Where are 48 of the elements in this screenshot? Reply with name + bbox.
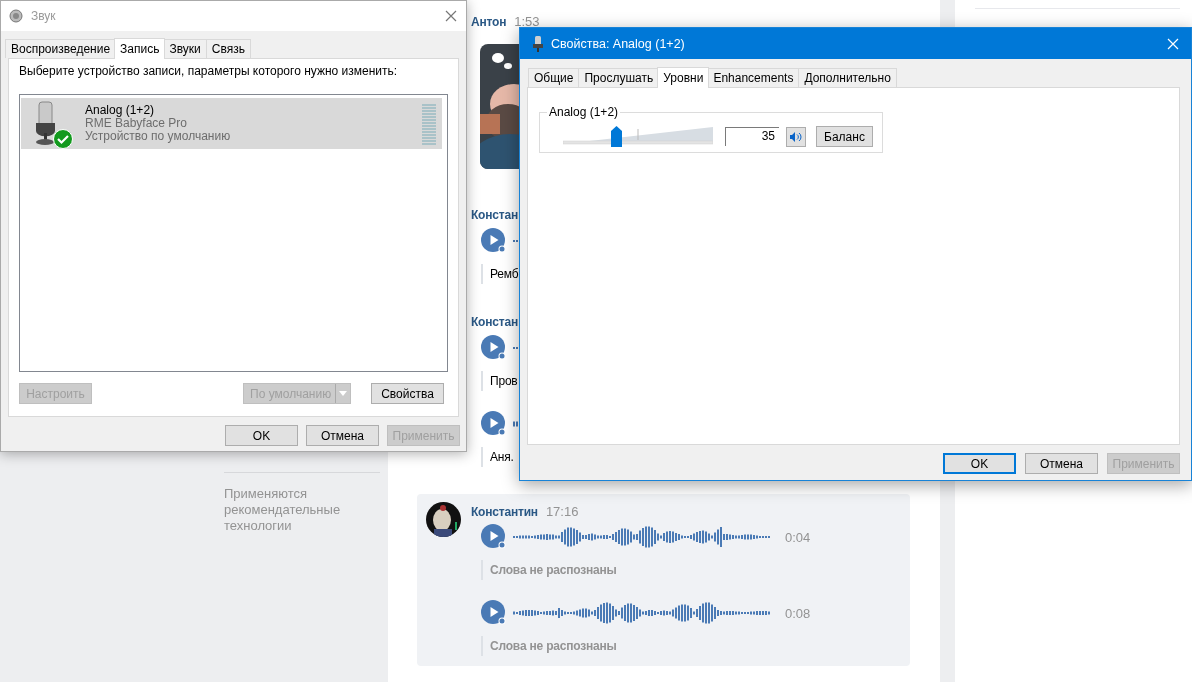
ok-button[interactable]: OK (943, 453, 1016, 474)
group-label: Analog (1+2) (547, 105, 621, 119)
tab[interactable]: Воспроизведение (5, 39, 117, 58)
speaker-button[interactable] (786, 126, 806, 147)
voice-transcript: Слова не распознаны (481, 560, 617, 580)
properties-button[interactable]: Свойства (371, 383, 444, 404)
message-time: 17:16 (545, 504, 579, 519)
level-meter-icon (422, 103, 436, 144)
tab[interactable]: Уровни (657, 67, 710, 88)
voice-duration: 0:08 (785, 605, 811, 621)
cancel-button[interactable]: Отмена (1025, 453, 1098, 474)
voice-transcript: Пров (481, 371, 518, 391)
play-button[interactable] (481, 335, 507, 361)
play-button[interactable] (481, 228, 507, 254)
play-button[interactable] (481, 524, 507, 550)
play-button[interactable] (481, 600, 507, 626)
device-row[interactable]: Analog (1+2) RME Babyface Pro Устройство по умолчанию (21, 98, 442, 149)
window-title: Свойства: Analog (1+2) (551, 36, 685, 51)
author-name[interactable]: Константин (471, 505, 538, 519)
close-icon[interactable] (445, 10, 457, 22)
device-name: Analog (1+2) (85, 104, 156, 117)
volume-field[interactable]: 35 (725, 127, 779, 146)
instruction-text: Выберите устройство записи, параметры которого нужно изменить: (19, 64, 399, 78)
tab[interactable]: Прослушать (578, 68, 660, 87)
tab[interactable]: Звуки (163, 39, 207, 58)
tab[interactable]: Запись (114, 38, 166, 59)
ok-button[interactable]: OK (225, 425, 298, 446)
play-button[interactable] (481, 411, 507, 437)
cancel-button[interactable]: Отмена (306, 425, 379, 446)
window-title: Звук (31, 9, 56, 23)
device-driver: RME Babyface Pro (85, 117, 189, 130)
voice-duration: 0:04 (785, 529, 811, 545)
microphone-icon (33, 100, 55, 145)
microphone-icon (533, 35, 543, 52)
message-time: 1:53 (514, 14, 540, 29)
voice-transcript: Слова не распознаны (481, 636, 617, 656)
tab[interactable]: Дополнительно (798, 68, 897, 87)
author-name[interactable]: Антон (471, 15, 507, 29)
device-status: Устройство по умолчанию (85, 130, 231, 143)
tab[interactable]: Связь (205, 39, 251, 58)
author-name[interactable]: Констан (471, 208, 518, 222)
volume-slider[interactable] (563, 126, 713, 147)
voice-transcript: Аня. (481, 447, 514, 467)
author-name[interactable]: Констан (471, 315, 518, 329)
recommendation-note: Применяются рекомендательные технологии (224, 486, 342, 534)
slider-thumb[interactable] (610, 126, 622, 147)
tab[interactable]: Общие (528, 68, 580, 87)
balance-button[interactable]: Баланс (816, 126, 873, 147)
